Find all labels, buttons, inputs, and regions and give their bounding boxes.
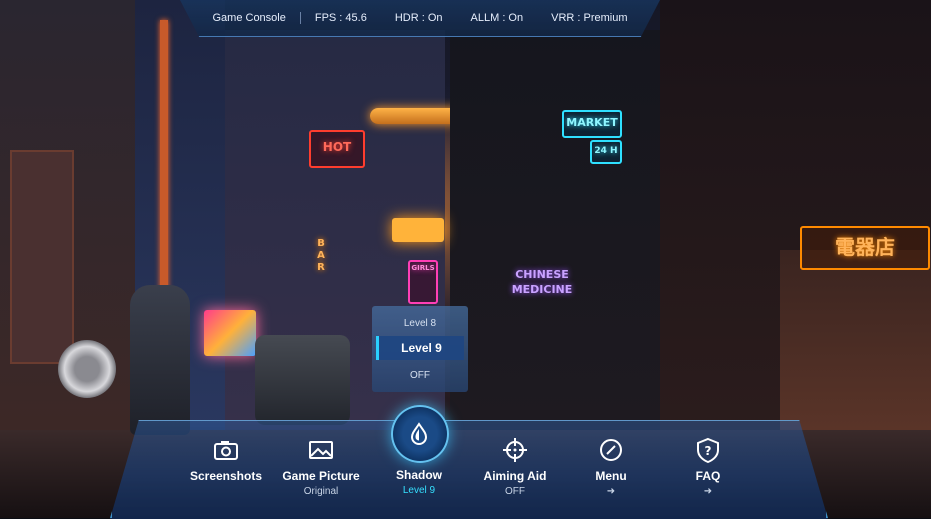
dock-item-sub: Original (303, 486, 339, 497)
robot-silhouette (130, 285, 190, 435)
dock-item-label: Menu (595, 469, 627, 483)
sign-denki: 電器店 (800, 226, 930, 270)
menu-compass-icon (600, 439, 622, 461)
dock-item-faq[interactable]: ? FAQ ➜ (660, 435, 756, 505)
shadow-option-off[interactable]: OFF (372, 370, 468, 381)
status-allm: ALLM : On (470, 12, 524, 24)
question-shield-icon: ? (697, 437, 719, 464)
robot-dog-silhouette (255, 335, 350, 425)
sign-girls: GIRLS (408, 260, 438, 304)
shadow-option-level-8[interactable]: Level 8 (372, 318, 468, 329)
dock-item-shadow[interactable]: Shadow Level 9 (371, 420, 467, 496)
dock-item-screenshots[interactable]: Screenshots (178, 435, 274, 505)
building-center-dark (450, 30, 660, 430)
sign-chinese: CHINESE (515, 268, 569, 281)
dock-item-game-picture[interactable]: Game Picture Original (273, 435, 369, 505)
dock-item-label: Screenshots (189, 469, 263, 483)
shadow-option-level-9-selected[interactable]: Level 9 (376, 336, 464, 360)
shadow-level-popup: Level 8 Level 9 OFF (372, 306, 468, 392)
arrow-right-icon: ➜ (703, 486, 713, 497)
dock-item-menu[interactable]: Menu ➜ (563, 435, 659, 505)
sign-orange-box (392, 218, 444, 242)
crosshair-icon (503, 438, 527, 462)
shop-right (780, 250, 931, 430)
dock-item-label: FAQ (695, 469, 721, 483)
building-left-facade (10, 150, 74, 364)
sign-medicine: MEDICINE (511, 283, 573, 296)
dock-item-label: Shadow (395, 468, 442, 482)
status-title: Game Console (212, 12, 286, 24)
dock-item-aiming-aid[interactable]: Aiming Aid OFF (467, 435, 563, 505)
status-fps: FPS : 45.6 (314, 12, 367, 24)
dock-item-sub: OFF (505, 486, 525, 497)
sign-hot: HOT (309, 130, 365, 168)
status-bar: Game Console FPS : 45.6 HDR : On ALLM : … (180, 0, 660, 37)
camera-icon (214, 441, 238, 460)
picture-icon (309, 441, 333, 459)
status-vrr: VRR : Premium (551, 12, 628, 24)
sign-bar: BAR (317, 238, 325, 273)
arrow-right-icon: ➜ (606, 486, 616, 497)
sign-market: MARKET (562, 110, 622, 138)
tire-object (58, 340, 116, 398)
sign-24h: 24 H (590, 140, 622, 164)
screen-colorful (204, 310, 256, 356)
dock-item-label: Aiming Aid (483, 469, 547, 483)
shadow-drop-icon (410, 422, 428, 445)
svg-text:?: ? (705, 444, 712, 458)
dock-item-label: Game Picture (282, 469, 360, 483)
status-hdr: HDR : On (394, 12, 443, 24)
dock-item-sub: Level 9 (402, 485, 436, 496)
